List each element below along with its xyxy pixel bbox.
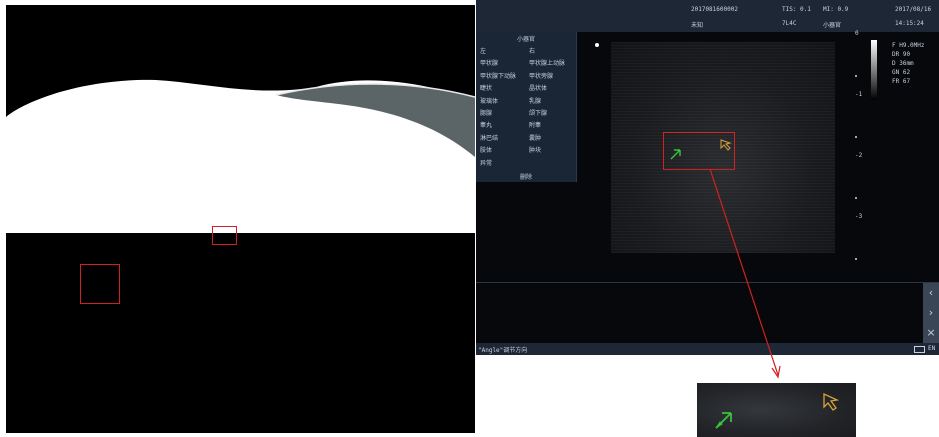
info-header: 2017081600002 未知 TIS: 0.1 7L4C MI: 0.9 小…: [476, 0, 939, 32]
time-readout: 14:15:24: [895, 20, 924, 27]
language-indicator[interactable]: EN: [928, 345, 935, 352]
left-preview-panel: [6, 5, 475, 433]
annotation-menu: 小器官 左 右甲状腺 甲状腺上动脉甲状腺下动脉 甲状旁腺睫状 晶状体玻璃体 乳腺腮腺 颌下腺…: [476, 32, 577, 182]
menu-item[interactable]: 睾丸: [480, 120, 492, 129]
zoomed-view: [697, 383, 856, 437]
param-readout: F H9.0MHz: [892, 42, 925, 49]
orange-arrow-icon: [823, 392, 840, 411]
param-readout: DR 90: [892, 51, 911, 58]
green-arrow-icon: [715, 412, 732, 429]
battery-icon: [914, 346, 925, 353]
param-readout: D 36mm: [892, 60, 914, 67]
menu-item[interactable]: 肿块: [529, 145, 541, 154]
green-arrow-icon: [670, 149, 681, 160]
menu-item[interactable]: 晶状体: [529, 83, 547, 92]
menu-item[interactable]: 甲状旁腺: [529, 71, 553, 80]
depth-dot: [855, 75, 857, 77]
delete-button[interactable]: 删除: [520, 172, 532, 181]
depth-dot: [855, 258, 857, 260]
marker-box-large: [80, 264, 120, 304]
depth-dot: [855, 136, 857, 138]
menu-item[interactable]: 甲状腺: [480, 58, 498, 67]
mi-readout: MI: 0.9: [823, 6, 849, 13]
probe-label: 7L4C: [782, 20, 797, 27]
status-hint: "Angle"调节方向: [478, 347, 528, 354]
organ-preset: 小器官: [823, 22, 842, 29]
menu-item[interactable]: 颌下腺: [529, 108, 547, 117]
marker-box-small: [212, 226, 237, 245]
menu-item[interactable]: 睫状: [480, 83, 492, 92]
orange-arrow-icon: [720, 139, 732, 151]
tis-readout: TIS: 0.1: [782, 6, 811, 13]
menu-item[interactable]: 附睾: [529, 120, 541, 129]
close-icon[interactable]: ×: [923, 323, 939, 343]
depth-tick: -1: [855, 91, 863, 98]
depth-tick: 0: [855, 30, 859, 37]
orientation-dot: [595, 43, 599, 47]
depth-tick: -3: [855, 213, 863, 220]
zoom-connector-arrow: [709, 168, 781, 379]
menu-item[interactable]: 淋巴结: [480, 133, 498, 142]
menu-item[interactable]: 乳腺: [529, 96, 541, 105]
menu-item[interactable]: 右: [529, 46, 535, 55]
wave-shape: [6, 5, 475, 233]
menu-item[interactable]: 左: [480, 46, 486, 55]
menu-item[interactable]: 异常: [480, 158, 492, 167]
chevron-right-icon[interactable]: ›: [923, 303, 939, 323]
depth-tick: -2: [855, 152, 863, 159]
menu-item[interactable]: 肢体: [480, 145, 492, 154]
side-controls: ‹ › ×: [923, 283, 939, 343]
patient-id: 2017081600002: [691, 6, 738, 13]
depth-dot: [855, 197, 857, 199]
param-readout: GN 62: [892, 69, 911, 76]
menu-item[interactable]: 囊肿: [529, 133, 541, 142]
menu-item[interactable]: 甲状腺上动脉: [529, 58, 565, 67]
param-readout: FR 67: [892, 78, 911, 85]
chevron-left-icon[interactable]: ‹: [923, 283, 939, 303]
date-readout: 2017/08/16: [895, 6, 932, 13]
menu-item[interactable]: 玻璃体: [480, 96, 498, 105]
menu-title: 小器官: [516, 36, 535, 43]
menu-item[interactable]: 腮腺: [480, 108, 492, 117]
grayscale-bar: [871, 40, 877, 100]
menu-item[interactable]: 甲状腺下动脉: [480, 71, 516, 80]
patient-name: 未知: [691, 22, 704, 29]
